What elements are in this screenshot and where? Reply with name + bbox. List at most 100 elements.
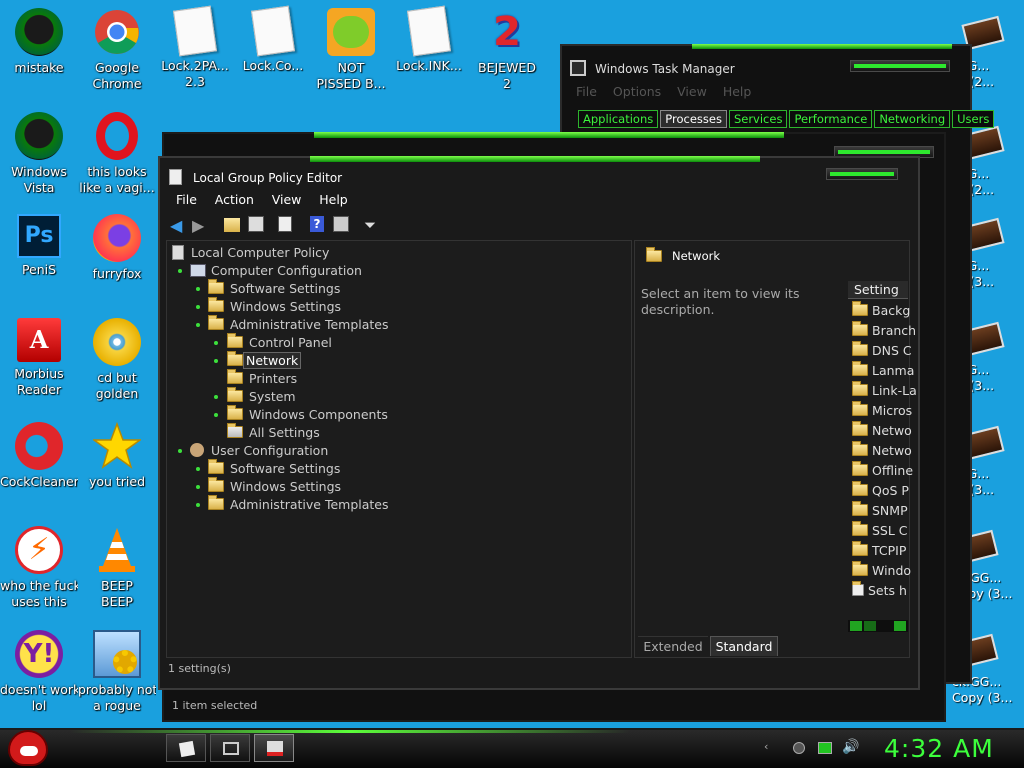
desktop-icon-you-tried[interactable]: you tried [78,422,156,490]
setting-list-item[interactable]: Netwo [852,420,912,440]
desktop-icon-lock-ink[interactable]: Lock.INK... [390,5,468,74]
setting-list-item[interactable]: SNMP [852,500,908,520]
setting-list-item[interactable]: TCPIP [852,540,906,560]
setting-list-item[interactable]: Windo [852,560,911,580]
menu-view[interactable]: View [272,192,302,207]
desktop-icon-cockcleaner[interactable]: CockCleaner [0,422,78,490]
tab-performance[interactable]: Performance [789,110,873,128]
desktop-icon-lock-gg[interactable] [958,15,1024,51]
tray-network-icon[interactable] [818,742,832,754]
desktop-icon-lock-co[interactable]: Lock.Co... [234,5,312,74]
tree-item-local-computer-policy[interactable]: Local Computer Policy [172,243,329,261]
desktop-icon-yahoo[interactable]: Y! doesn't work lol [0,630,78,714]
taskbar-clock[interactable]: 4:32 AM [884,734,994,763]
setting-list-item[interactable]: Branch [852,320,916,340]
desktop-icon-opera[interactable]: this looks like a vagi... [78,112,156,196]
tray-volume-icon[interactable]: 🔊 [842,739,859,755]
desktop-icon-firefox[interactable]: furryfox [78,214,156,282]
column-header-setting[interactable]: Setting [848,281,908,299]
tree-item-software-settings[interactable]: Software Settings [208,279,340,297]
scroll-thumb[interactable] [864,621,876,631]
tm-menu-options[interactable]: Options [613,84,661,99]
tray-chevron-icon[interactable]: ‹ [764,740,776,754]
menu-help[interactable]: Help [319,192,348,207]
angry-bird-start-button[interactable] [8,730,48,766]
setting-list-item[interactable]: QoS P [852,480,909,500]
help-icon[interactable]: ? [310,216,324,232]
desktop-icon-beep-beep[interactable]: BEEP BEEP [78,526,156,610]
setting-list-item[interactable]: SSL C [852,520,908,540]
tab-processes[interactable]: Processes [660,110,727,128]
up-folder-icon[interactable] [224,218,240,232]
list-hscrollbar[interactable] [848,620,908,632]
show-hide-tree-icon[interactable] [248,216,264,232]
taskbar-button-task-manager[interactable] [210,734,250,762]
setting-list-item[interactable]: DNS C [852,340,912,360]
desktop-icon-cd-but-golden[interactable]: cd but golden [78,318,156,402]
tab-standard[interactable]: Standard [710,636,778,656]
desktop-icon-mistake[interactable]: mistake [0,8,78,76]
setting-list-item[interactable]: Lanma [852,360,914,380]
tree-item-computer-configuration[interactable]: Computer Configuration [190,261,362,279]
desktop-icon-not-pissed[interactable]: NOT PISSED B... [312,8,390,92]
tab-extended[interactable]: Extended [638,636,708,656]
desktop-icon-windows-vista[interactable]: Windows Vista [0,112,78,196]
tab-users[interactable]: Users [952,110,995,128]
tree-item-user-windows-settings[interactable]: Windows Settings [208,477,341,495]
tree-expander[interactable] [214,413,218,417]
tm-menu-help[interactable]: Help [723,84,752,99]
tree-item-windows-components[interactable]: Windows Components [227,405,388,423]
tm-menu-view[interactable]: View [677,84,707,99]
tree-item-network[interactable]: Network [227,351,302,369]
tray-arrow-icon[interactable] [793,742,805,754]
filter-icon[interactable]: ⏷ [364,216,382,234]
tree-expander[interactable] [214,341,218,345]
properties-icon[interactable] [333,216,349,232]
setting-list-item[interactable]: Backg [852,300,910,320]
tree-expander[interactable] [178,269,182,273]
desktop-icon-morbius-reader[interactable]: A Morbius Reader [0,318,78,398]
export-list-icon[interactable] [278,216,292,232]
taskbar-button-notes[interactable] [166,734,206,762]
tab-networking[interactable]: Networking [874,110,951,128]
tree-expander[interactable] [196,485,200,489]
tree-item-system[interactable]: System [227,387,296,405]
tab-services[interactable]: Services [728,110,788,128]
tree-expander[interactable] [196,305,200,309]
tree-item-windows-settings[interactable]: Windows Settings [208,297,341,315]
tree-expander[interactable] [196,467,200,471]
desktop-icon-lock-2pa[interactable]: Lock.2PA... 2.3 [156,5,234,90]
desktop-icon-probably-not-a-rogue[interactable]: probably not a rogue [78,630,156,714]
tree-item-user-administrative-templates[interactable]: Administrative Templates [208,495,389,513]
tree-expander[interactable] [196,323,200,327]
tree-item-printers[interactable]: Printers [227,369,297,387]
scroll-right-button[interactable] [894,621,906,631]
tree-item-administrative-templates[interactable]: Administrative Templates [208,315,389,333]
back-arrow-icon[interactable]: ◀ [170,216,188,235]
desktop-icon-bejewed[interactable]: 2 BEJEWED 2 [468,8,546,92]
desktop-icon-who-uses-this[interactable]: ⚡ who the fuck uses this [0,526,78,610]
tree-item-user-software-settings[interactable]: Software Settings [208,459,340,477]
setting-list-item[interactable]: Micros [852,400,912,420]
taskbar-button-group-policy[interactable] [254,734,294,762]
tree-expander[interactable] [196,287,200,291]
tm-menu-file[interactable]: File [576,84,597,99]
tree-expander[interactable] [214,395,218,399]
setting-list-item[interactable]: Netwo [852,440,912,460]
setting-list-item[interactable]: Offline [852,460,913,480]
tab-applications[interactable]: Applications [578,110,659,128]
tree-expander[interactable] [196,503,200,507]
setting-list-item[interactable]: Sets h [852,580,907,600]
forward-arrow-icon[interactable]: ▶ [192,216,210,235]
tree-item-user-configuration[interactable]: User Configuration [190,441,328,459]
tree-expander[interactable] [178,449,182,453]
menu-file[interactable]: File [176,192,197,207]
tree-item-control-panel[interactable]: Control Panel [227,333,332,351]
tree-expander[interactable] [214,359,218,363]
menu-action[interactable]: Action [215,192,254,207]
desktop-icon-google-chrome[interactable]: Google Chrome [78,8,156,92]
scroll-left-button[interactable] [850,621,862,631]
gpe-window-controls[interactable] [826,168,898,180]
tree-item-all-settings[interactable]: All Settings [227,423,320,441]
setting-list-item[interactable]: Link-La [852,380,917,400]
